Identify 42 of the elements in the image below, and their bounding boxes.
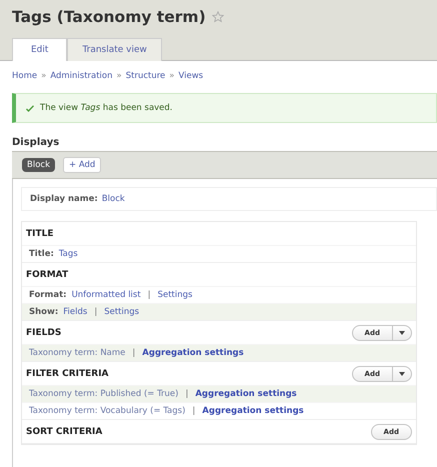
breadcrumb-separator: » bbox=[169, 71, 174, 81]
separator: | bbox=[148, 290, 151, 300]
separator: | bbox=[192, 406, 196, 416]
field-item-link[interactable]: Taxonomy term: Published (= True) bbox=[29, 389, 178, 399]
page-title: Tags (Taxonomy term) bbox=[12, 8, 206, 26]
aggregation-settings-link[interactable]: Aggregation settings bbox=[202, 406, 304, 416]
settings-link[interactable]: Settings bbox=[104, 307, 140, 317]
breadcrumb-separator: » bbox=[41, 71, 46, 81]
section-heading: SORT CRITERIA bbox=[26, 427, 102, 437]
section-heading: FILTER CRITERIA bbox=[26, 369, 109, 379]
field-item-link[interactable]: Taxonomy term: Name bbox=[29, 348, 126, 358]
add-display-button[interactable]: + Add bbox=[63, 157, 102, 173]
field-item-link[interactable]: Taxonomy term: Vocabulary (= Tags) bbox=[29, 406, 186, 416]
display-name-link[interactable]: Block bbox=[102, 194, 125, 204]
field-label: Format: bbox=[29, 290, 67, 300]
settings-link[interactable]: Tags bbox=[58, 249, 78, 259]
status-message: The view Tags has been saved. bbox=[40, 103, 173, 113]
breadcrumb-link[interactable]: Home bbox=[12, 71, 38, 81]
separator: | bbox=[94, 307, 98, 317]
settings-link[interactable]: Fields bbox=[63, 307, 88, 317]
section-heading: TITLE bbox=[26, 229, 54, 239]
separator: | bbox=[185, 389, 188, 399]
display-tab[interactable]: Block bbox=[22, 158, 55, 172]
section-heading: FORMAT bbox=[26, 270, 68, 280]
breadcrumb-separator: » bbox=[116, 71, 122, 81]
breadcrumb-link[interactable]: Views bbox=[178, 71, 204, 81]
tab[interactable]: Translate view bbox=[67, 38, 162, 61]
star-icon[interactable] bbox=[212, 11, 224, 23]
aggregation-settings-link[interactable]: Aggregation settings bbox=[195, 389, 297, 399]
display-name-label: Display name: bbox=[30, 194, 98, 204]
field-label: Show: bbox=[29, 307, 58, 317]
check-icon bbox=[26, 104, 34, 112]
separator: | bbox=[132, 348, 136, 358]
tab[interactable]: Edit bbox=[12, 38, 68, 61]
breadcrumb-link[interactable]: Administration bbox=[50, 71, 113, 81]
section-heading: FIELDS bbox=[26, 328, 62, 338]
aggregation-settings-link[interactable]: Aggregation settings bbox=[142, 348, 244, 358]
field-label: Title: bbox=[29, 249, 54, 259]
breadcrumb-link[interactable]: Structure bbox=[126, 71, 166, 81]
settings-link[interactable]: Unformatted list bbox=[72, 290, 141, 300]
displays-heading: Displays bbox=[12, 137, 60, 148]
settings-link[interactable]: Settings bbox=[158, 290, 192, 300]
